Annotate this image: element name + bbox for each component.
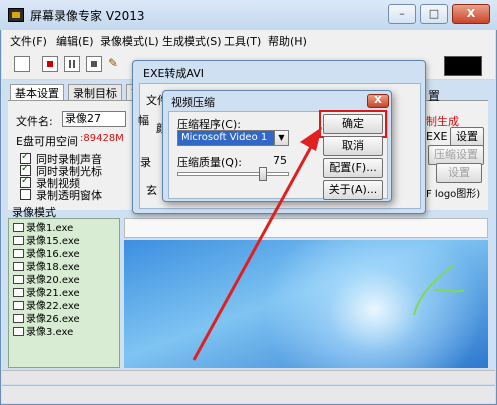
annotation-arrow: [192, 127, 322, 361]
